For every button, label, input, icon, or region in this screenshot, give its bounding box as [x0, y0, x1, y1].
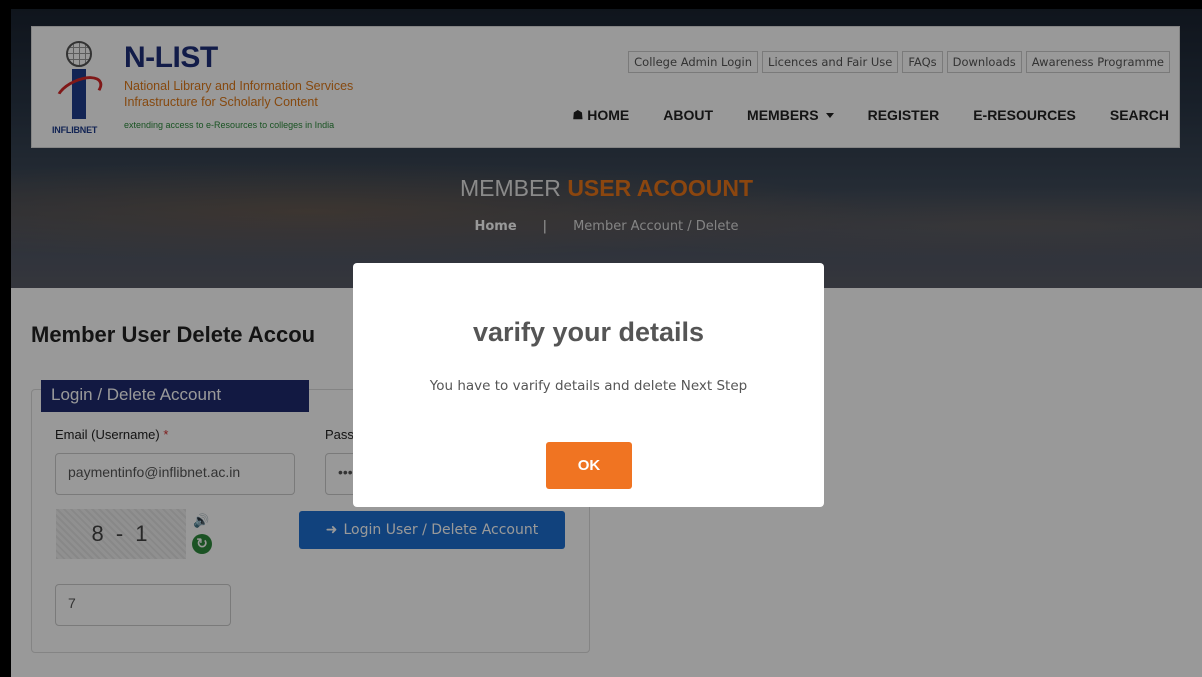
verify-dialog: varify your details You have to varify d… [353, 263, 824, 507]
browser-viewport: INFLIBNET N-LIST National Library and In… [11, 9, 1202, 677]
ok-button[interactable]: OK [546, 442, 632, 489]
dialog-title: varify your details [472, 317, 705, 347]
dialog-message: You have to varify details and delete Ne… [429, 378, 748, 394]
